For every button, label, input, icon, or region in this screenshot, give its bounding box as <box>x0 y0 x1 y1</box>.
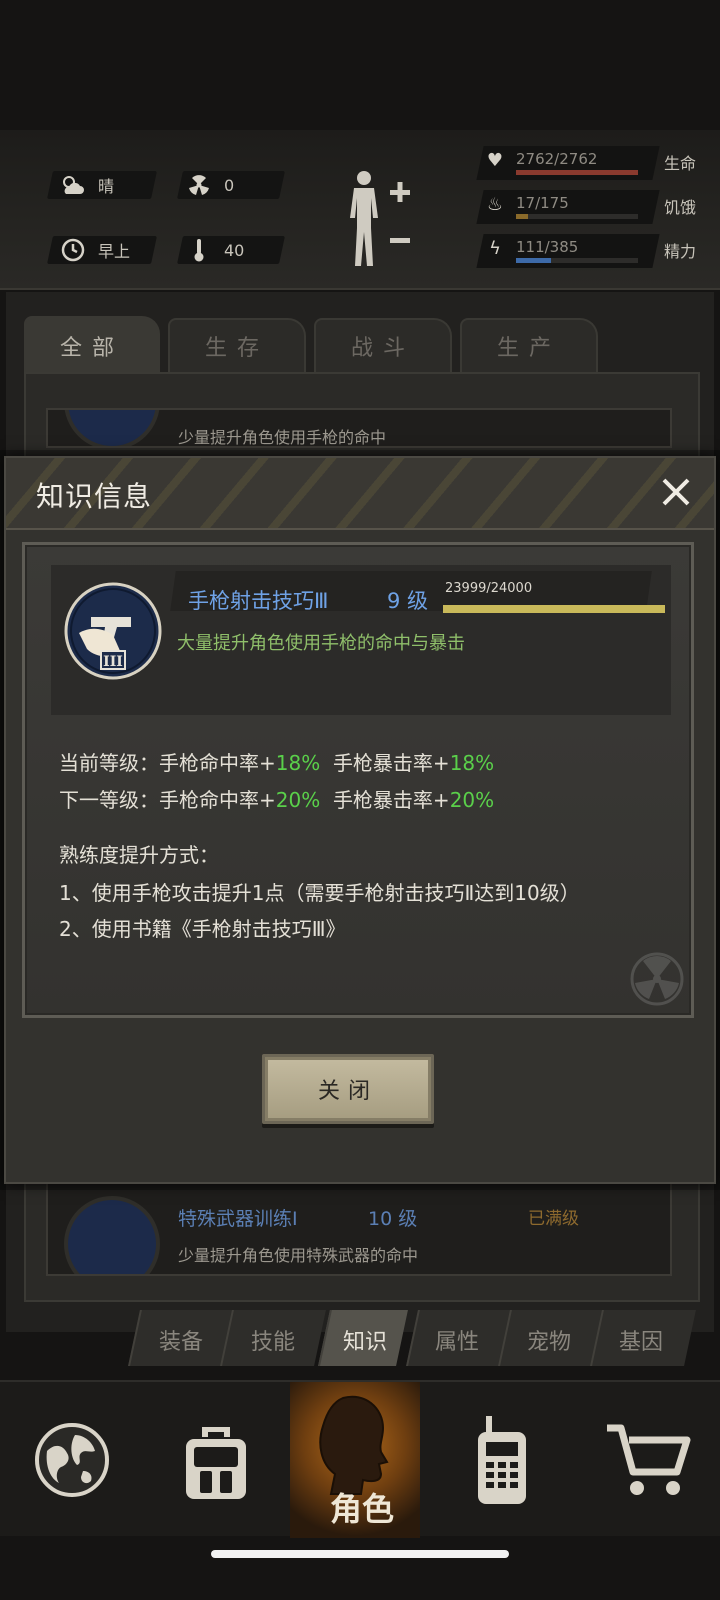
clock-icon <box>60 237 86 263</box>
method-item-1: 1、使用手枪攻击提升1点（需要手枪射击技巧Ⅱ达到10级） <box>59 881 580 905</box>
list-item-level: 10 级 <box>368 1208 418 1230</box>
close-icon[interactable] <box>656 472 696 512</box>
nav-radio[interactable] <box>430 1382 574 1538</box>
knowledge-info-modal: 知识信息 III 手枪射击技巧Ⅲ 9 级 23999/24000 大量提升角色使… <box>4 456 716 1184</box>
list-item-desc: 少量提升角色使用手枪的命中 <box>178 428 387 447</box>
subtab-equipment[interactable]: 装备 <box>136 1324 226 1356</box>
nav-character-label: 角色 <box>329 1490 394 1528</box>
list-item-desc: 少量提升角色使用特殊武器的命中 <box>178 1246 419 1265</box>
subtab-knowledge[interactable]: 知识 <box>320 1324 410 1356</box>
skill-level: 9 级 <box>387 589 429 613</box>
pistol-skill-icon: III <box>63 581 163 681</box>
list-item-name: 特殊武器训练Ⅰ <box>178 1208 298 1230</box>
subtab-pets[interactable]: 宠物 <box>504 1324 594 1356</box>
temperature-display: 40 <box>186 237 244 263</box>
radiation-icon <box>186 172 212 198</box>
hunger-vital: ♨ 17/175 饥饿 <box>476 190 716 224</box>
skill-name: 手枪射击技巧Ⅲ <box>188 589 329 613</box>
globe-icon <box>35 1423 109 1497</box>
skill-description: 大量提升角色使用手枪的命中与暴击 <box>177 633 465 654</box>
close-button[interactable]: 关闭 <box>262 1054 434 1124</box>
time-value: 早上 <box>98 242 131 261</box>
stomach-icon: ♨ <box>486 194 504 215</box>
nav-backpack[interactable] <box>144 1382 288 1538</box>
backpack-icon <box>186 1427 246 1499</box>
weather-value: 晴 <box>98 177 115 196</box>
temperature-value: 40 <box>224 240 245 260</box>
heart-icon: ♥ <box>486 150 504 171</box>
weather-display: 晴 <box>60 172 114 198</box>
skill-detail-box: III 手枪射击技巧Ⅲ 9 级 23999/24000 大量提升角色使用手枪的命… <box>22 542 694 1018</box>
tab-combat[interactable]: 战斗 <box>314 318 452 372</box>
brain-bolt-icon: ϟ <box>489 238 501 259</box>
list-item[interactable]: 少量提升角色使用手枪的命中 <box>46 408 672 448</box>
tab-all[interactable]: 全部 <box>24 316 160 374</box>
body-status-button[interactable] <box>348 168 418 272</box>
modal-title: 知识信息 <box>36 480 153 513</box>
health-vital: ♥ 2762/2762 生命 <box>476 146 716 180</box>
subtab-skills[interactable]: 技能 <box>228 1324 318 1356</box>
skill-xp-bar <box>443 605 665 613</box>
method-item-2: 2、使用书籍《手枪射击技巧Ⅲ》 <box>59 917 346 941</box>
method-title: 熟练度提升方式： <box>59 843 219 867</box>
tab-survival[interactable]: 生存 <box>168 318 306 372</box>
next-level-row: 下一等级：手枪命中率+20% 手枪暴击率+20% <box>59 788 495 812</box>
modal-header: 知识信息 <box>6 458 714 530</box>
level-stats: 当前等级：手枪命中率+18% 手枪暴击率+18% 下一等级：手枪命中率+20% … <box>59 745 494 819</box>
subtab-genes[interactable]: 基因 <box>596 1324 686 1356</box>
time-display: 早上 <box>60 237 130 263</box>
skill-header: III 手枪射击技巧Ⅲ 9 级 23999/24000 大量提升角色使用手枪的命… <box>51 565 671 715</box>
current-level-row: 当前等级：手枪命中率+18% 手枪暴击率+18% <box>59 751 495 775</box>
nav-character[interactable]: 角色 <box>290 1382 420 1538</box>
home-indicator[interactable] <box>211 1550 509 1558</box>
thermometer-icon <box>186 237 212 263</box>
cloud-sun-icon <box>60 172 86 198</box>
human-figure-icon <box>350 171 410 266</box>
radiation-display: 0 <box>186 172 234 198</box>
list-item-status: 已满级 <box>528 1209 579 1229</box>
energy-vital: ϟ 111/385 精力 <box>476 234 716 268</box>
nav-world[interactable] <box>0 1382 144 1538</box>
svg-text:III: III <box>103 654 123 670</box>
special-weapon-avatar <box>64 1196 160 1274</box>
radiation-watermark-icon <box>629 951 685 1007</box>
subtab-attributes[interactable]: 属性 <box>412 1324 502 1356</box>
list-item[interactable]: 特殊武器训练Ⅰ 10 级 已满级 少量提升角色使用特殊武器的命中 <box>46 1176 672 1276</box>
walkie-talkie-icon <box>478 1416 526 1504</box>
tab-production[interactable]: 生产 <box>460 318 598 372</box>
shopping-cart-icon <box>607 1424 691 1495</box>
radiation-value: 0 <box>224 175 235 195</box>
skill-avatar <box>64 410 160 446</box>
skill-xp-text: 23999/24000 <box>445 581 533 596</box>
bottom-navigation: 角色 <box>0 1380 720 1538</box>
character-subtabs: 装备 技能 知识 属性 宠物 基因 <box>128 1310 696 1366</box>
nav-shop[interactable] <box>576 1382 720 1538</box>
